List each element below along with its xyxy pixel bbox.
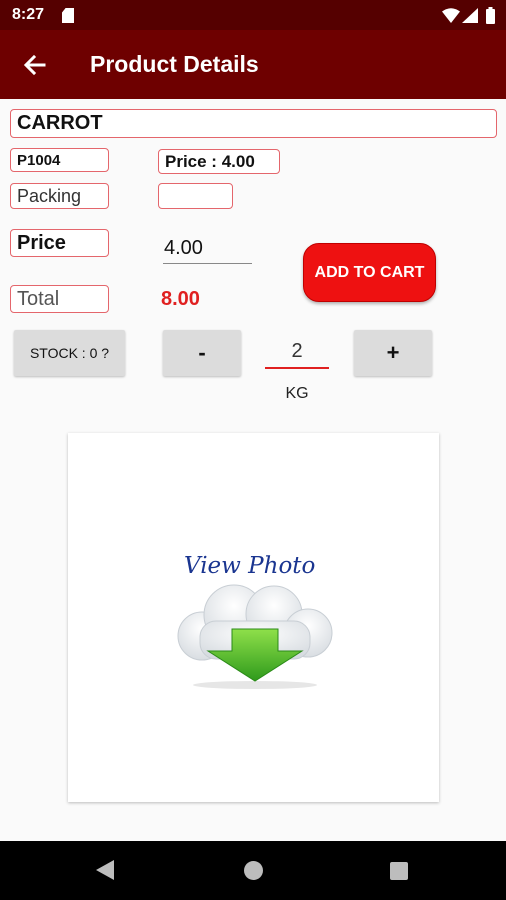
packing-label: Packing [10, 183, 109, 209]
product-name: CARROT [10, 109, 497, 138]
stock-button[interactable]: STOCK : 0 ? [14, 330, 125, 376]
price-label: Price [10, 229, 109, 257]
price-input[interactable]: 4.00 [163, 234, 252, 264]
battery-icon [486, 7, 495, 24]
total-label: Total [10, 285, 109, 313]
decrease-quantity-button[interactable]: - [163, 330, 241, 376]
view-photo-label: View Photo [184, 553, 316, 579]
unit-label: KG [285, 385, 309, 402]
signal-icon [462, 8, 478, 23]
add-to-cart-button[interactable]: ADD TO CART [303, 243, 436, 302]
total-value: 8.00 [161, 288, 200, 310]
price-summary-box: Price : 4.00 [158, 149, 280, 174]
nav-home-icon[interactable] [244, 861, 263, 880]
quantity-input[interactable]: 2 [265, 335, 329, 369]
cloud-download-icon [177, 584, 333, 689]
status-bar: 8:27 [0, 0, 506, 30]
navigation-bar [0, 841, 506, 900]
product-code: P1004 [10, 148, 109, 172]
view-photo-card[interactable]: View Photo [68, 433, 439, 802]
page-title: Product Details [90, 51, 259, 77]
wifi-icon [442, 8, 460, 23]
increase-quantity-button[interactable]: + [354, 330, 432, 376]
status-time: 8:27 [12, 6, 45, 23]
nav-back-icon[interactable] [96, 860, 114, 880]
app-bar: Product Details [0, 30, 506, 99]
product-details-screen: 8:27 Product Details CARROT P1004 Price … [0, 0, 506, 900]
packing-value [158, 183, 233, 209]
nav-recent-icon[interactable] [390, 862, 408, 880]
sim-icon [62, 8, 74, 23]
back-arrow-icon[interactable] [20, 50, 50, 80]
